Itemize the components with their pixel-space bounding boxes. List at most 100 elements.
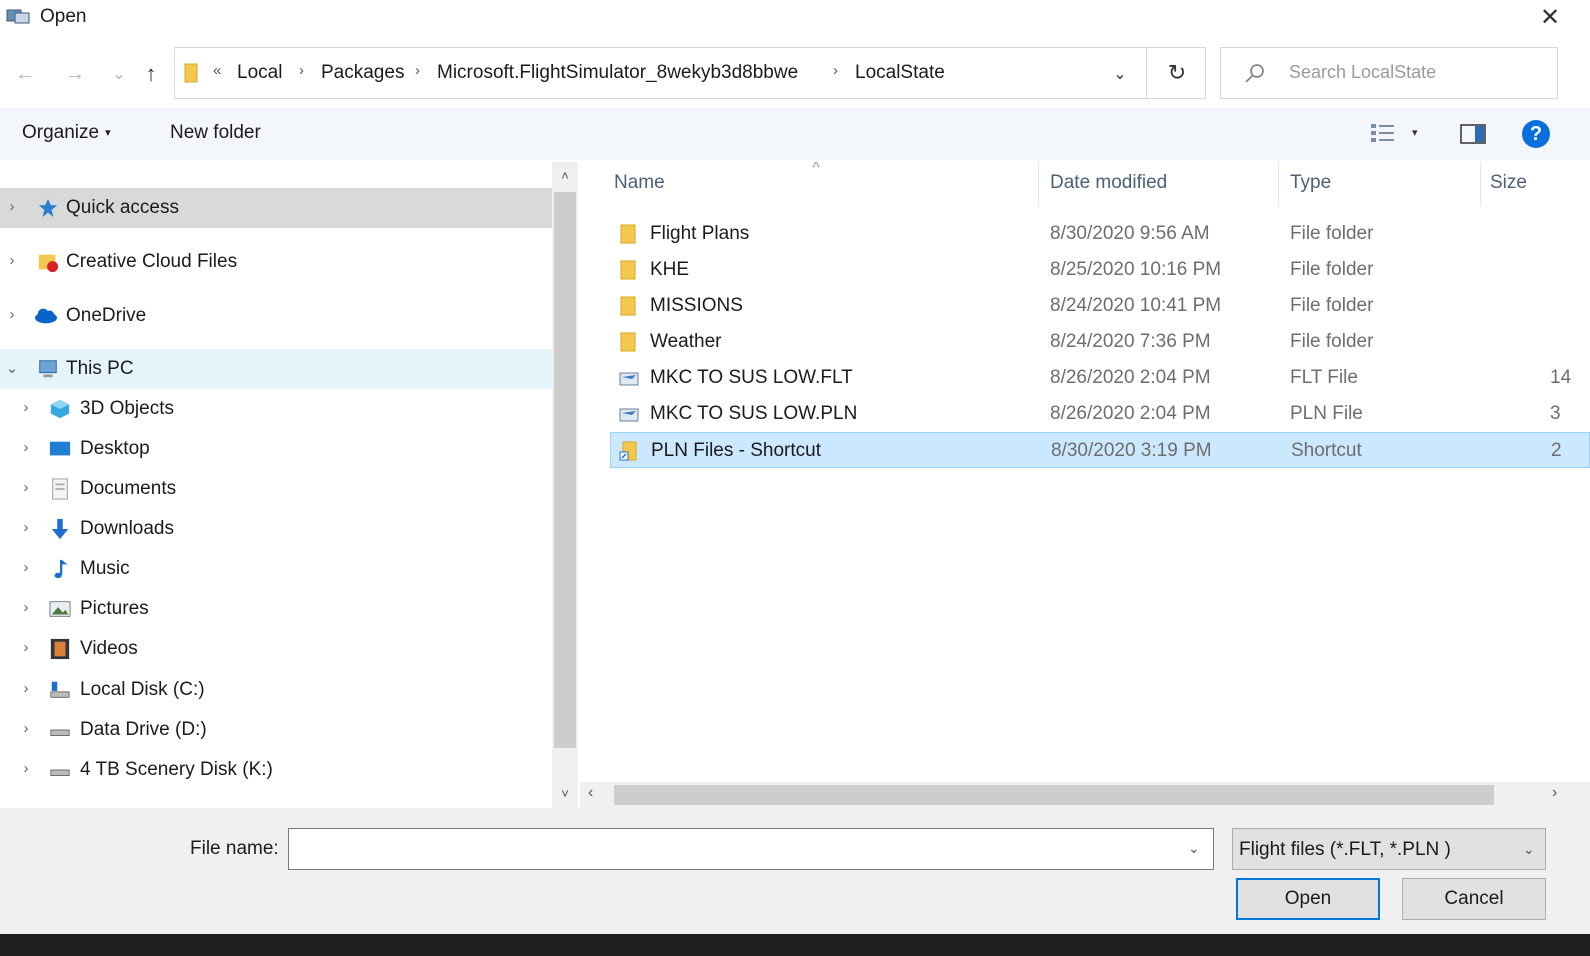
file-name: Weather — [650, 331, 722, 352]
column-header-date-modified[interactable]: Date modified — [1050, 172, 1167, 194]
breadcrumb-separator-icon[interactable]: › — [833, 62, 838, 79]
cancel-button[interactable]: Cancel — [1402, 878, 1546, 920]
creative-cloud-folder-icon — [38, 254, 59, 273]
nav-item-local-disk-c[interactable]: › Local Disk (C:) — [0, 670, 552, 710]
organize-label: Organize — [22, 122, 100, 143]
preview-pane-icon[interactable] — [1460, 124, 1486, 144]
collapse-chevron-icon[interactable]: ⌄ — [4, 359, 20, 377]
navigation-pane-scrollbar[interactable]: ˄ ˅ — [552, 162, 578, 808]
view-details-icon[interactable] — [1370, 122, 1396, 144]
file-list-horizontal-scrollbar[interactable]: ‹ › — [580, 782, 1590, 808]
organize-caret-icon: ▾ — [105, 127, 111, 140]
overflow-crumbs-icon[interactable]: « — [213, 62, 221, 79]
file-name-history-chevron-icon[interactable]: ⌄ — [1188, 840, 1200, 857]
expand-chevron-icon[interactable]: › — [18, 559, 34, 576]
nav-item-videos[interactable]: › Videos — [0, 629, 552, 669]
file-date: 8/26/2020 2:04 PM — [1050, 403, 1211, 424]
forward-arrow-icon[interactable]: → — [60, 60, 90, 88]
expand-chevron-icon[interactable]: › — [18, 439, 34, 456]
breadcrumb-local[interactable]: Local — [237, 62, 282, 84]
nav-item-scenery-disk-k[interactable]: › 4 TB Scenery Disk (K:) — [0, 750, 552, 790]
nav-item-quick-access[interactable]: › Quick access — [0, 188, 552, 228]
star-icon — [38, 198, 58, 218]
file-row-mkc-to-sus-low-flt[interactable]: MKC TO SUS LOW.FLT 8/26/2020 2:04 PM FLT… — [610, 360, 1590, 396]
expand-chevron-icon[interactable]: › — [18, 720, 34, 737]
open-button[interactable]: Open — [1236, 878, 1380, 920]
scroll-down-chevron-icon[interactable]: ˅ — [552, 782, 578, 804]
folder-icon — [620, 260, 636, 280]
breadcrumb-flightsimulator-package[interactable]: Microsoft.FlightSimulator_8wekyb3d8bbwe — [437, 62, 798, 84]
expand-chevron-icon[interactable]: › — [18, 399, 34, 416]
expand-chevron-icon[interactable]: › — [4, 198, 20, 215]
file-row-pln-files-shortcut[interactable]: PLN Files - Shortcut 8/30/2020 3:19 PM S… — [610, 432, 1590, 468]
file-row-khe[interactable]: KHE 8/25/2020 10:16 PM File folder — [610, 252, 1590, 288]
nav-item-music[interactable]: › Music — [0, 549, 552, 589]
file-row-mkc-to-sus-low-pln[interactable]: MKC TO SUS LOW.PLN 8/26/2020 2:04 PM PLN… — [610, 396, 1590, 432]
file-row-weather[interactable]: Weather 8/24/2020 7:36 PM File folder — [610, 324, 1590, 360]
folder-icon — [620, 296, 636, 316]
organize-button[interactable]: Organize ▾ — [22, 122, 111, 144]
refresh-icon[interactable]: ↻ — [1160, 58, 1194, 88]
column-header-type[interactable]: Type — [1290, 172, 1331, 194]
nav-label-downloads: Downloads — [80, 518, 174, 539]
recent-locations-chevron-icon[interactable]: ⌄ — [104, 60, 134, 88]
desktop-icon — [49, 441, 71, 456]
file-type: FLT File — [1290, 367, 1358, 388]
file-type-filter-select[interactable]: Flight files (*.FLT, *.PLN ) ⌄ — [1232, 828, 1546, 870]
file-row-flight-plans[interactable]: Flight Plans 8/30/2020 9:56 AM File fold… — [610, 216, 1590, 252]
nav-item-data-drive-d[interactable]: › Data Drive (D:) — [0, 710, 552, 750]
view-options-caret-icon[interactable]: ▾ — [1412, 126, 1418, 139]
up-arrow-icon[interactable]: ↑ — [136, 60, 166, 88]
close-icon[interactable]: ✕ — [1530, 0, 1570, 34]
expand-chevron-icon[interactable]: › — [18, 599, 34, 616]
column-divider[interactable] — [1278, 162, 1279, 206]
breadcrumb-localstate[interactable]: LocalState — [855, 62, 945, 84]
expand-chevron-icon[interactable]: › — [18, 680, 34, 697]
back-arrow-icon[interactable]: ← — [10, 60, 40, 88]
scroll-up-chevron-icon[interactable]: ˄ — [552, 164, 578, 186]
nav-item-pictures[interactable]: › Pictures — [0, 589, 552, 629]
expand-chevron-icon[interactable]: › — [4, 252, 20, 269]
nav-item-onedrive[interactable]: › OneDrive — [0, 296, 552, 336]
file-size: 3 — [1550, 403, 1561, 424]
expand-chevron-icon[interactable]: › — [18, 639, 34, 656]
breadcrumb-separator-icon[interactable]: › — [415, 62, 420, 79]
address-history-chevron-icon[interactable]: ⌄ — [1105, 62, 1135, 86]
nav-item-desktop[interactable]: › Desktop — [0, 429, 552, 469]
column-divider[interactable] — [1038, 162, 1039, 206]
help-icon[interactable]: ? — [1522, 120, 1550, 148]
nav-item-documents[interactable]: › Documents — [0, 469, 552, 509]
nav-label-onedrive: OneDrive — [66, 305, 147, 326]
cube-icon — [50, 399, 70, 419]
file-name-input[interactable] — [288, 828, 1214, 870]
column-divider[interactable] — [1480, 162, 1481, 206]
breadcrumb-packages[interactable]: Packages — [321, 62, 404, 84]
nav-item-3d-objects[interactable]: › 3D Objects — [0, 389, 552, 429]
nav-item-downloads[interactable]: › Downloads — [0, 509, 552, 549]
nav-label-documents: Documents — [80, 478, 177, 499]
column-header-name[interactable]: Name — [614, 172, 665, 194]
scrollbar-thumb[interactable] — [614, 785, 1494, 805]
scroll-right-chevron-icon[interactable]: › — [1552, 784, 1557, 802]
nav-item-creative-cloud-files[interactable]: › Creative Cloud Files — [0, 242, 552, 282]
scrollbar-thumb[interactable] — [554, 192, 576, 748]
expand-chevron-icon[interactable]: › — [18, 519, 34, 536]
breadcrumb-separator-icon[interactable]: › — [299, 62, 304, 79]
nav-label-3d-objects: 3D Objects — [80, 398, 174, 419]
file-date: 8/24/2020 10:41 PM — [1050, 295, 1222, 316]
column-header-size[interactable]: Size — [1490, 172, 1527, 194]
address-bar[interactable]: « Local › Packages › Microsoft.FlightSim… — [174, 47, 1206, 99]
file-type: File folder — [1290, 223, 1374, 244]
scroll-left-chevron-icon[interactable]: ‹ — [588, 784, 593, 802]
expand-chevron-icon[interactable]: › — [18, 760, 34, 777]
chevron-down-icon: ⌄ — [1523, 841, 1535, 857]
expand-chevron-icon[interactable]: › — [18, 479, 34, 496]
file-type: File folder — [1290, 295, 1374, 316]
expand-chevron-icon[interactable]: › — [4, 306, 20, 323]
nav-item-this-pc[interactable]: ⌄ This PC — [0, 349, 552, 389]
search-box[interactable]: Search LocalState — [1220, 47, 1558, 99]
new-folder-button[interactable]: New folder — [170, 122, 261, 144]
file-row-missions[interactable]: MISSIONS 8/24/2020 10:41 PM File folder — [610, 288, 1590, 324]
music-note-icon — [54, 559, 68, 579]
folder-icon — [620, 332, 636, 352]
